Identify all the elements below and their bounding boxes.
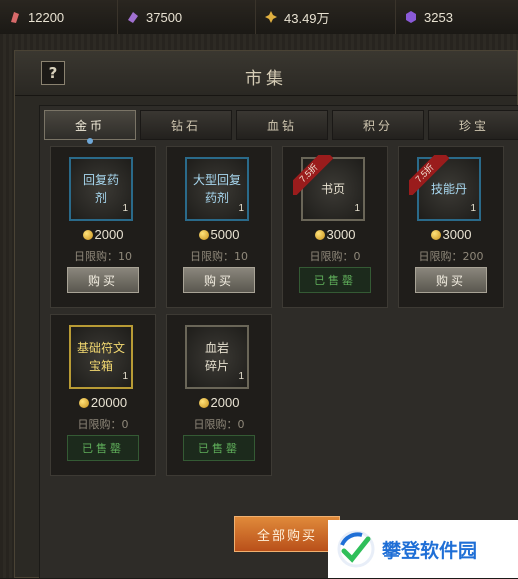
daily-limit: 日限购：10: [74, 250, 132, 263]
tab-diamond[interactable]: 钻石: [140, 110, 232, 140]
discount-ribbon: 7.5折: [409, 155, 449, 195]
discount-label: 7.5折: [409, 155, 449, 195]
item-price: 3000: [283, 227, 387, 242]
item-quantity: 1: [470, 203, 476, 214]
buy-all-button[interactable]: 全部购买: [234, 516, 340, 552]
currency-tabs: 金币 钻石 血钻 积分 珍宝: [44, 110, 518, 144]
watermark-text: 攀登软件园: [382, 539, 478, 562]
sold-out-button: 已售罄: [299, 267, 371, 293]
item-name: 基础符文宝箱: [76, 341, 125, 373]
item-icon[interactable]: 血岩碎片 1: [185, 325, 249, 389]
market-window: ? 市集 金币 钻石 血钻 积分 珍宝 回复药剂 1 2000 日限购：10 购…: [14, 50, 518, 579]
daily-limit: 日限购：0: [309, 250, 361, 263]
shop-item-card: 血岩碎片 1 2000 日限购：0 已售罄: [166, 314, 272, 476]
price-value: 20000: [90, 395, 128, 410]
resource-red-crystal: 12200: [0, 0, 118, 34]
item-price: 5000: [167, 227, 271, 242]
sold-out-button: 已售罄: [67, 435, 139, 461]
gold-star-icon: [265, 11, 277, 23]
tab-label: 积分: [362, 118, 393, 133]
window-frame: ? 市集 金币 钻石 血钻 积分 珍宝 回复药剂 1 2000 日限购：10 购…: [0, 34, 518, 579]
price-value: 5000: [210, 227, 240, 242]
sold-out-button: 已售罄: [183, 435, 255, 461]
price-value: 3000: [442, 227, 472, 242]
shop-item-card: 书页 1 7.5折 3000 日限购：0 已售罄: [282, 146, 388, 308]
item-quantity: 1: [122, 371, 128, 382]
tab-label: 珍宝: [458, 118, 489, 133]
buy-button[interactable]: 购买: [415, 267, 487, 293]
item-price: 20000: [51, 395, 155, 410]
daily-limit: 日限购：0: [193, 418, 245, 431]
resource-gold: 43.49万: [256, 0, 396, 34]
daily-limit: 日限购：200: [418, 250, 484, 263]
tab-label: 钻石: [170, 118, 201, 133]
watermark-logo-icon: [337, 530, 375, 568]
shop-item-card: 大型回复药剂 1 5000 日限购：10 购买: [166, 146, 272, 308]
tab-label: 金币: [74, 118, 105, 133]
resource-value: 43.49万: [284, 10, 330, 26]
shop-item-card: 技能丹 1 7.5折 3000 日限购：200 购买: [398, 146, 504, 308]
price-value: 2000: [210, 395, 240, 410]
tab-points[interactable]: 积分: [332, 110, 424, 140]
window-title: 市集: [245, 69, 287, 89]
item-quantity: 1: [122, 203, 128, 214]
item-icon[interactable]: 基础符文宝箱 1: [69, 325, 133, 389]
item-quantity: 1: [238, 203, 244, 214]
purple-crystal-icon: [128, 12, 138, 23]
resource-purple-crystal: 37500: [118, 0, 256, 34]
discount-label: 7.5折: [293, 155, 333, 195]
item-price: 3000: [399, 227, 503, 242]
buy-button[interactable]: 购买: [67, 267, 139, 293]
item-name: 回复药剂: [82, 173, 119, 205]
gold-coin-icon: [430, 230, 441, 240]
price-value: 3000: [326, 227, 356, 242]
watermark: 攀登软件园: [328, 520, 518, 578]
item-quantity: 1: [238, 371, 244, 382]
gem-icon: [406, 11, 416, 23]
gold-coin-icon: [78, 398, 89, 408]
resource-value: 3253: [424, 9, 453, 25]
tab-treasure[interactable]: 珍宝: [428, 110, 518, 140]
market-content: 金币 钻石 血钻 积分 珍宝 回复药剂 1 2000 日限购：10 购买 大型回…: [39, 105, 518, 579]
gold-coin-icon: [82, 230, 93, 240]
item-price: 2000: [167, 395, 271, 410]
item-price: 2000: [51, 227, 155, 242]
gold-coin-icon: [198, 230, 209, 240]
item-quantity: 1: [354, 203, 360, 214]
resource-value: 12200: [28, 9, 65, 25]
red-crystal-icon: [11, 12, 19, 23]
shop-item-card: 基础符文宝箱 1 20000 日限购：0 已售罄: [50, 314, 156, 476]
item-name: 血岩碎片: [204, 341, 229, 373]
daily-limit: 日限购：0: [77, 418, 129, 431]
shop-item-card: 回复药剂 1 2000 日限购：10 购买: [50, 146, 156, 308]
item-icon[interactable]: 大型回复药剂 1: [185, 157, 249, 221]
item-icon[interactable]: 回复药剂 1: [69, 157, 133, 221]
gold-coin-icon: [198, 398, 209, 408]
price-value: 2000: [94, 227, 124, 242]
item-name: 大型回复药剂: [192, 173, 241, 205]
tab-gold[interactable]: 金币: [44, 110, 136, 144]
resource-gem: 3253: [396, 0, 518, 34]
daily-limit: 日限购：10: [190, 250, 248, 263]
tab-label: 血钻: [266, 118, 297, 133]
title-bar: ? 市集: [15, 51, 517, 96]
buy-button[interactable]: 购买: [183, 267, 255, 293]
tab-blood-diamond[interactable]: 血钻: [236, 110, 328, 140]
gold-coin-icon: [314, 230, 325, 240]
discount-ribbon: 7.5折: [293, 155, 333, 195]
active-indicator-icon: [87, 138, 93, 144]
resource-bar: 12200 37500 43.49万 3253: [0, 0, 518, 35]
resource-value: 37500: [146, 9, 183, 25]
